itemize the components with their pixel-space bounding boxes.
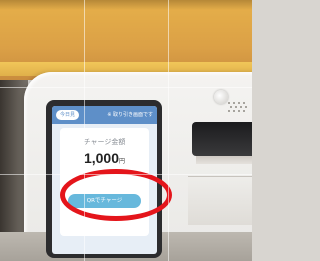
grid-line	[0, 87, 252, 88]
reader-panel	[188, 176, 252, 225]
charge-amount-label: チャージ金額	[83, 138, 126, 146]
charge-amount-value: 1,000	[83, 150, 120, 166]
card-slot	[192, 122, 252, 156]
ceiling-shadow	[0, 0, 252, 10]
highlight-oval	[60, 169, 172, 221]
back-button[interactable]: 今日見	[56, 110, 80, 120]
charge-amount-unit: 円	[119, 159, 126, 165]
help-text: ※ 取り引き画面です	[107, 112, 153, 118]
grid-line	[84, 0, 85, 261]
speaker-grille	[226, 100, 250, 114]
card-slot-light	[196, 156, 252, 164]
grid-line	[0, 174, 252, 175]
grid-line	[168, 0, 169, 261]
photo-scene: 今日見 ※ 取り引き画面です チャージ金額 1,000円 QRでチャージ	[0, 0, 252, 261]
charge-amount: 1,000円	[60, 150, 149, 170]
screen-header: 今日見 ※ 取り引き画面です	[52, 106, 157, 124]
